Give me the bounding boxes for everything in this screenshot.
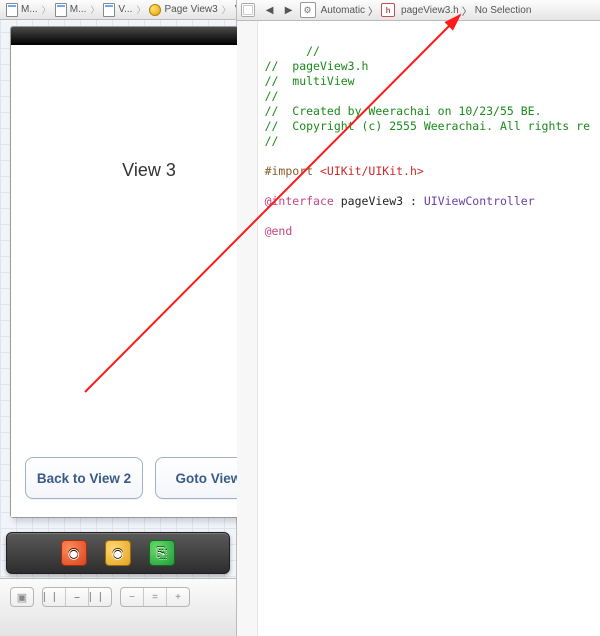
assistant-mode[interactable]: Automatic <box>321 5 365 16</box>
crumb-scene[interactable]: Page View3 <box>146 1 220 19</box>
outline-toggle-button[interactable]: ▣ <box>10 587 34 607</box>
dock-files-owner-icon[interactable]: ◉ <box>61 540 87 566</box>
crumb-project[interactable]: M... <box>3 1 41 19</box>
zoom-out-icon[interactable]: − <box>121 588 144 606</box>
code-token: UIViewController <box>424 194 535 208</box>
nav-back-button[interactable]: ◀ <box>262 3 278 17</box>
counterparts-icon[interactable]: ⚙ <box>300 2 316 18</box>
align-center-icon[interactable]: ⎯ <box>66 588 89 606</box>
code-token: @end <box>265 224 293 238</box>
dock-first-responder-icon[interactable]: ◉ <box>105 540 131 566</box>
crumb-file[interactable]: V... <box>100 1 135 19</box>
chevron-right-icon: 〉 <box>222 3 231 16</box>
code-line: // <box>265 89 279 103</box>
code-line: // <box>265 134 279 148</box>
align-segmented-control[interactable]: ⎸⎸ ⎯ ⎸⎸ <box>42 587 112 607</box>
code-token: <UIKit/UIKit.h> <box>320 164 424 178</box>
code-line: // multiView <box>265 74 355 88</box>
chevron-right-icon: 〉 <box>368 3 378 18</box>
zoom-actual-icon[interactable]: = <box>144 588 167 606</box>
doc-icon <box>6 3 18 17</box>
chevron-right-icon: 〉 <box>462 3 472 18</box>
code-editor[interactable]: // // pageView3.h // multiView // // Cre… <box>237 21 600 636</box>
doc-icon <box>55 3 67 17</box>
code-line: // Created by Weerachai on 10/23/55 BE. <box>265 104 542 118</box>
dock-bar: ◉ ◉ ⎘ <box>6 532 230 574</box>
chevron-right-icon: 〉 <box>136 3 145 16</box>
align-right-icon[interactable]: ⎸⎸ <box>89 588 111 606</box>
line-gutter <box>237 21 258 636</box>
interface-builder-pane: M... 〉 M... 〉 V... 〉 Page View3 〉 View V… <box>0 0 237 636</box>
header-file-icon: h <box>381 3 395 17</box>
align-left-icon[interactable]: ⎸⎸ <box>43 588 66 606</box>
crumb-group[interactable]: M... <box>52 1 90 19</box>
code-token: pageView3 : <box>334 194 424 208</box>
code-breadcrumb: ◀ ▶ ⚙ Automatic 〉 h pageView3.h 〉 No Sel… <box>237 0 600 21</box>
chevron-right-icon: 〉 <box>90 3 99 16</box>
dock-exit-icon[interactable]: ⎘ <box>149 540 175 566</box>
related-items-icon[interactable] <box>241 3 255 17</box>
zoom-segmented-control[interactable]: − = + <box>120 587 190 607</box>
file-crumb[interactable]: pageView3.h <box>401 5 459 16</box>
code-line: // <box>306 44 320 58</box>
code-line: // pageView3.h <box>265 59 369 73</box>
code-token: #import <box>265 164 320 178</box>
nav-forward-button[interactable]: ▶ <box>281 3 297 17</box>
ib-breadcrumb: M... 〉 M... 〉 V... 〉 Page View3 〉 View <box>0 0 236 20</box>
selection-crumb[interactable]: No Selection <box>475 5 532 16</box>
chevron-right-icon: 〉 <box>42 3 51 16</box>
scene-icon <box>149 4 161 16</box>
code-token: @interface <box>265 194 334 208</box>
back-to-view2-button[interactable]: Back to View 2 <box>25 457 143 499</box>
zoom-in-icon[interactable]: + <box>167 588 189 606</box>
ib-bottom-toolbar: ▣ ⎸⎸ ⎯ ⎸⎸ − = + <box>0 578 236 636</box>
crumb-view[interactable]: View <box>232 1 236 19</box>
doc-icon <box>103 3 115 17</box>
code-line: // Copyright (c) 2555 Weerachai. All rig… <box>265 119 590 133</box>
assistant-editor-pane: ◀ ▶ ⚙ Automatic 〉 h pageView3.h 〉 No Sel… <box>237 0 600 636</box>
